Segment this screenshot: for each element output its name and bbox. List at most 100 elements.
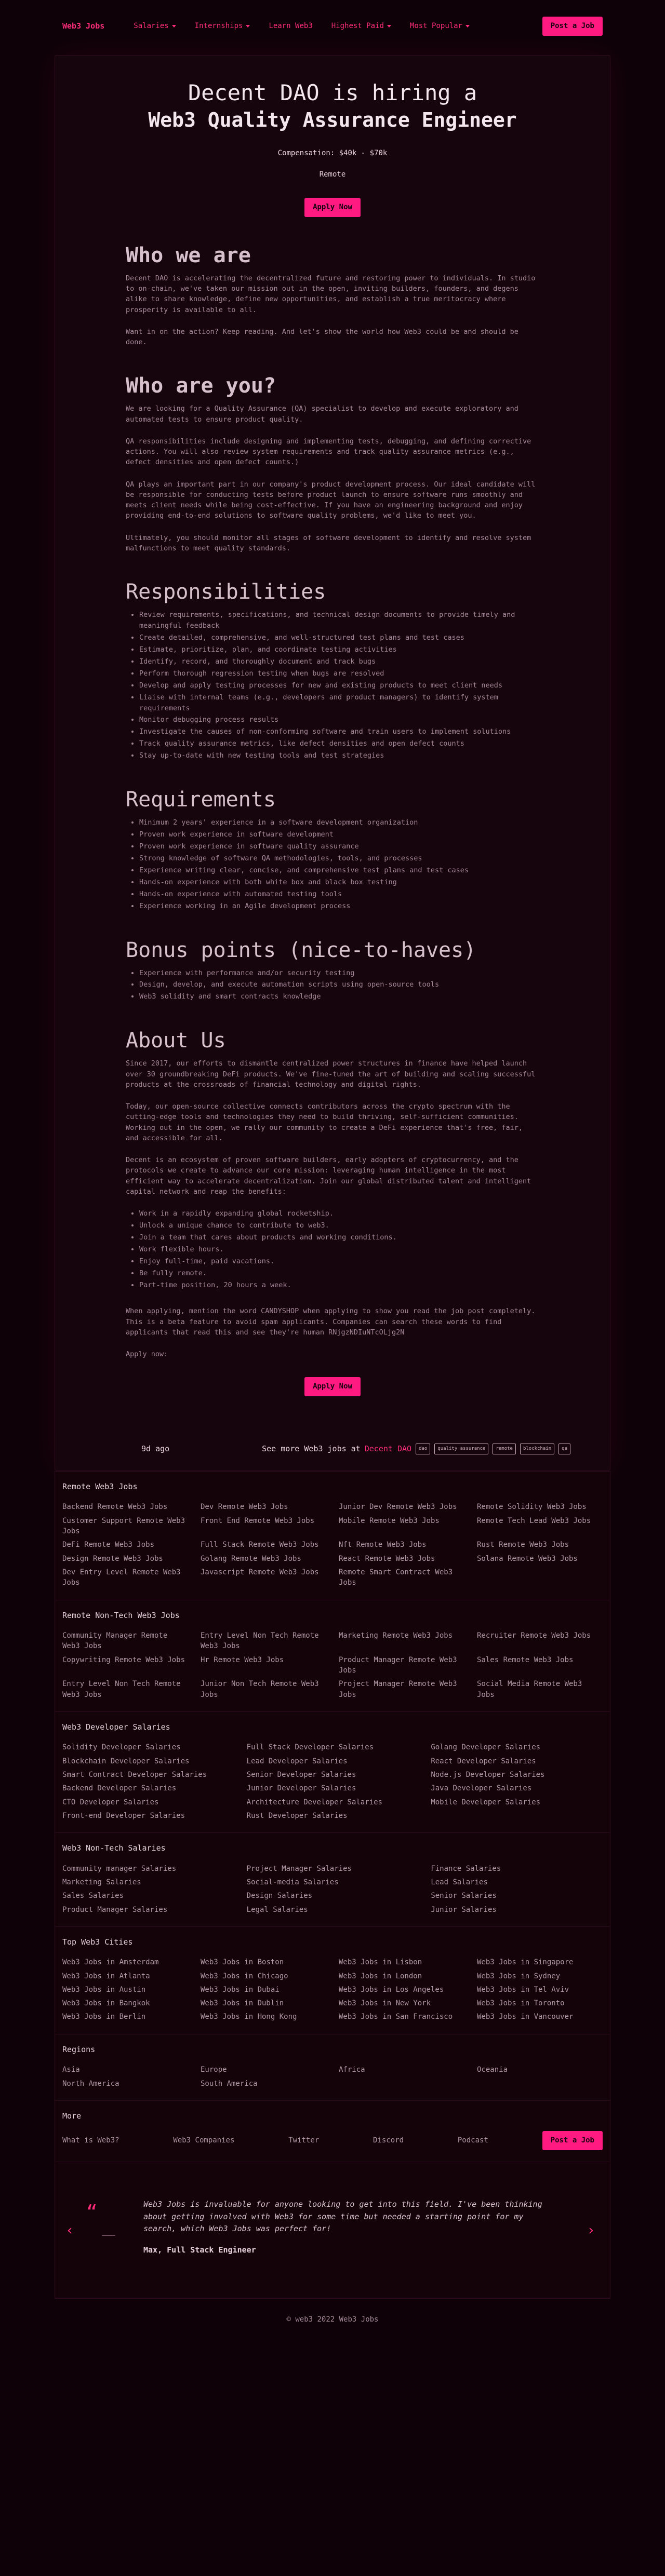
- footer-link[interactable]: CTO Developer Salaries: [62, 1797, 234, 1808]
- footer-link[interactable]: Web3 Jobs in Dubai: [201, 1985, 326, 1995]
- footer-link[interactable]: Web3 Jobs in Chicago: [201, 1971, 326, 1981]
- footer-link[interactable]: Front End Remote Web3 Jobs: [201, 1516, 326, 1537]
- footer-link[interactable]: Recruiter Remote Web3 Jobs: [477, 1630, 603, 1652]
- footer-link[interactable]: Web3 Jobs in Tel Aviv: [477, 1985, 603, 1995]
- footer-link[interactable]: Project Manager Salaries: [247, 1864, 419, 1874]
- footer-link[interactable]: Nft Remote Web3 Jobs: [339, 1540, 464, 1550]
- footer-link[interactable]: Junior Non Tech Remote Web3 Jobs: [201, 1679, 326, 1700]
- footer-link[interactable]: Web3 Jobs in Boston: [201, 1957, 326, 1967]
- footer-link[interactable]: Web3 Jobs in San Francisco: [339, 2012, 464, 2022]
- tag[interactable]: quality assurance: [434, 1443, 489, 1455]
- footer-link[interactable]: Web3 Jobs in New York: [339, 1998, 464, 2008]
- footer-link[interactable]: Mobile Developer Salaries: [431, 1797, 603, 1808]
- footer-link[interactable]: Solidity Developer Salaries: [62, 1742, 234, 1752]
- footer-link[interactable]: Social-media Salaries: [247, 1877, 419, 1887]
- footer-link[interactable]: North America: [62, 2079, 188, 2089]
- footer-link[interactable]: Backend Developer Salaries: [62, 1783, 234, 1793]
- nav-internships[interactable]: Internships: [195, 21, 250, 32]
- footer-link[interactable]: Architecture Developer Salaries: [247, 1797, 419, 1808]
- footer-link[interactable]: Project Manager Remote Web3 Jobs: [339, 1679, 464, 1700]
- footer-link[interactable]: Social Media Remote Web3 Jobs: [477, 1679, 603, 1700]
- footer-link[interactable]: Golang Remote Web3 Jobs: [201, 1554, 326, 1564]
- footer-link[interactable]: Africa: [339, 2065, 464, 2075]
- footer-link[interactable]: Sales Salaries: [62, 1891, 234, 1901]
- footer-link[interactable]: DeFi Remote Web3 Jobs: [62, 1540, 188, 1550]
- tag[interactable]: dao: [416, 1443, 431, 1455]
- more-link[interactable]: Podcast: [458, 2135, 488, 2146]
- tag[interactable]: blockchain: [520, 1443, 555, 1455]
- footer-link[interactable]: Marketing Remote Web3 Jobs: [339, 1630, 464, 1652]
- footer-link[interactable]: Finance Salaries: [431, 1864, 603, 1874]
- more-link[interactable]: Discord: [373, 2135, 404, 2146]
- footer-link[interactable]: Lead Developer Salaries: [247, 1756, 419, 1766]
- footer-link[interactable]: Web3 Jobs in Hong Kong: [201, 2012, 326, 2022]
- footer-link[interactable]: Solana Remote Web3 Jobs: [477, 1554, 603, 1564]
- footer-link[interactable]: Customer Support Remote Web3 Jobs: [62, 1516, 188, 1537]
- footer-link[interactable]: Front-end Developer Salaries: [62, 1811, 234, 1821]
- footer-link[interactable]: Lead Salaries: [431, 1877, 603, 1887]
- footer-link[interactable]: Hr Remote Web3 Jobs: [201, 1655, 326, 1676]
- footer-link[interactable]: Web3 Jobs in Atlanta: [62, 1971, 188, 1981]
- footer-link[interactable]: Rust Developer Salaries: [247, 1811, 419, 1821]
- footer-link[interactable]: Web3 Jobs in Toronto: [477, 1998, 603, 2008]
- footer-link[interactable]: Blockchain Developer Salaries: [62, 1756, 234, 1766]
- apply-now-button-bottom[interactable]: Apply Now: [304, 1377, 361, 1397]
- nav-highest-paid[interactable]: Highest Paid: [331, 21, 391, 32]
- nav-salaries[interactable]: Salaries: [134, 21, 176, 32]
- more-link[interactable]: What is Web3?: [62, 2135, 119, 2146]
- footer-link[interactable]: Junior Dev Remote Web3 Jobs: [339, 1502, 464, 1512]
- footer-link[interactable]: Mobile Remote Web3 Jobs: [339, 1516, 464, 1537]
- footer-link[interactable]: Senior Salaries: [431, 1891, 603, 1901]
- footer-link[interactable]: Golang Developer Salaries: [431, 1742, 603, 1752]
- footer-link[interactable]: Node.js Developer Salaries: [431, 1770, 603, 1780]
- footer-link[interactable]: Web3 Jobs in Dublin: [201, 1998, 326, 2008]
- footer-link[interactable]: Web3 Jobs in Vancouver: [477, 2012, 603, 2022]
- footer-link[interactable]: Dev Entry Level Remote Web3 Jobs: [62, 1567, 188, 1588]
- footer-link[interactable]: Entry Level Non Tech Remote Web3 Jobs: [62, 1679, 188, 1700]
- footer-link[interactable]: Remote Tech Lead Web3 Jobs: [477, 1516, 603, 1537]
- footer-link[interactable]: Oceania: [477, 2065, 603, 2075]
- footer-link[interactable]: React Developer Salaries: [431, 1756, 603, 1766]
- footer-link[interactable]: Junior Salaries: [431, 1905, 603, 1915]
- post-job-button-footer[interactable]: Post a Job: [542, 2131, 603, 2151]
- footer-link[interactable]: Sales Remote Web3 Jobs: [477, 1655, 603, 1676]
- company-link[interactable]: Decent DAO: [365, 1443, 411, 1455]
- footer-link[interactable]: Remote Smart Contract Web3 Jobs: [339, 1567, 464, 1588]
- footer-link[interactable]: Web3 Jobs in London: [339, 1971, 464, 1981]
- footer-link[interactable]: Copywriting Remote Web3 Jobs: [62, 1655, 188, 1676]
- footer-link[interactable]: South America: [201, 2079, 326, 2089]
- apply-now-button[interactable]: Apply Now: [304, 197, 361, 217]
- footer-link[interactable]: Junior Developer Salaries: [247, 1783, 419, 1793]
- footer-link[interactable]: Full Stack Developer Salaries: [247, 1742, 419, 1752]
- footer-link[interactable]: React Remote Web3 Jobs: [339, 1554, 464, 1564]
- footer-link[interactable]: Web3 Jobs in Sydney: [477, 1971, 603, 1981]
- chevron-left-icon[interactable]: ‹: [65, 2219, 74, 2241]
- footer-link[interactable]: Dev Remote Web3 Jobs: [201, 1502, 326, 1512]
- footer-link[interactable]: Asia: [62, 2065, 188, 2075]
- footer-link[interactable]: Marketing Salaries: [62, 1877, 234, 1887]
- footer-link[interactable]: Javascript Remote Web3 Jobs: [201, 1567, 326, 1588]
- footer-link[interactable]: Design Salaries: [247, 1891, 419, 1901]
- footer-link[interactable]: Full Stack Remote Web3 Jobs: [201, 1540, 326, 1550]
- post-job-button[interactable]: Post a Job: [542, 16, 603, 36]
- footer-link[interactable]: Web3 Jobs in Singapore: [477, 1957, 603, 1967]
- more-link[interactable]: Twitter: [288, 2135, 319, 2146]
- footer-link[interactable]: Backend Remote Web3 Jobs: [62, 1502, 188, 1512]
- footer-link[interactable]: Legal Salaries: [247, 1905, 419, 1915]
- footer-link[interactable]: Web3 Jobs in Los Angeles: [339, 1985, 464, 1995]
- footer-link[interactable]: Community manager Salaries: [62, 1864, 234, 1874]
- more-link[interactable]: Web3 Companies: [173, 2135, 234, 2146]
- nav-most-popular[interactable]: Most Popular: [410, 21, 470, 32]
- footer-link[interactable]: Product Manager Remote Web3 Jobs: [339, 1655, 464, 1676]
- footer-link[interactable]: Entry Level Non Tech Remote Web3 Jobs: [201, 1630, 326, 1652]
- footer-link[interactable]: Senior Developer Salaries: [247, 1770, 419, 1780]
- footer-link[interactable]: Product Manager Salaries: [62, 1905, 234, 1915]
- footer-link[interactable]: Rust Remote Web3 Jobs: [477, 1540, 603, 1550]
- chevron-right-icon[interactable]: ›: [587, 2219, 595, 2241]
- footer-link[interactable]: Community Manager Remote Web3 Jobs: [62, 1630, 188, 1652]
- tag[interactable]: qa: [558, 1443, 570, 1455]
- footer-link[interactable]: Design Remote Web3 Jobs: [62, 1554, 188, 1564]
- tag[interactable]: remote: [493, 1443, 516, 1455]
- nav-learn-web3[interactable]: Learn Web3: [269, 21, 312, 32]
- footer-link[interactable]: Europe: [201, 2065, 326, 2075]
